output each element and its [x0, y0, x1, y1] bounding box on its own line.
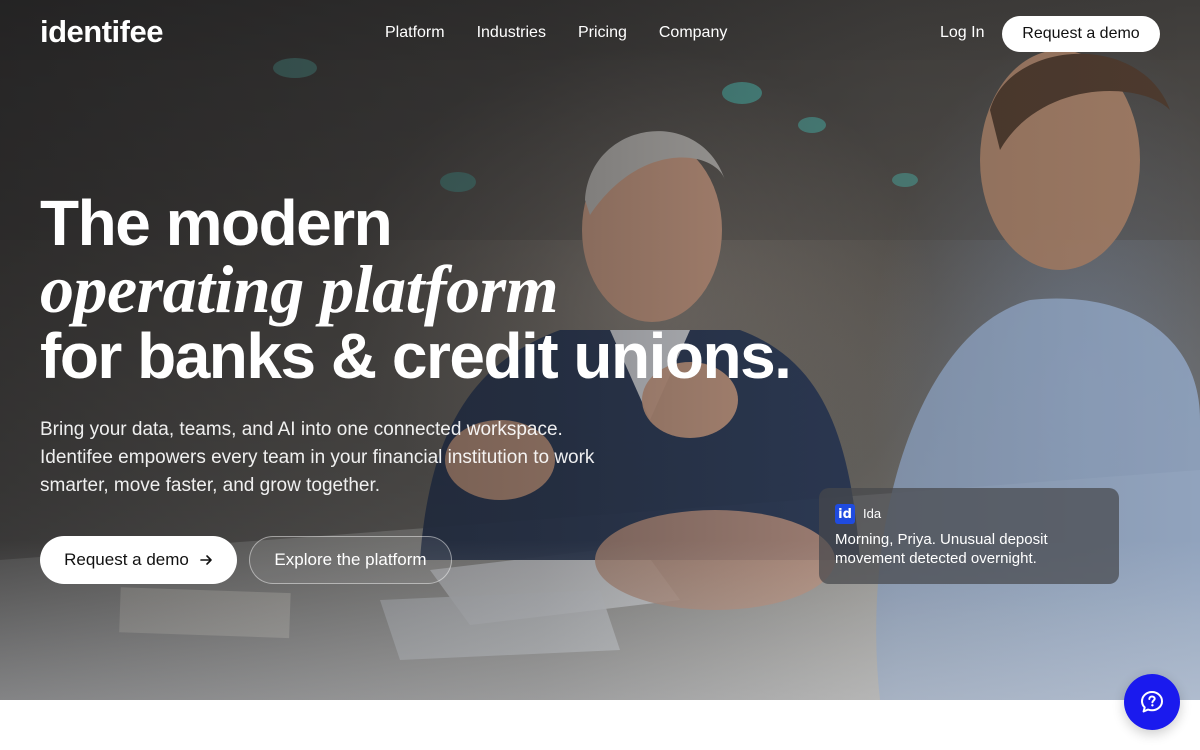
- explore-platform-button[interactable]: Explore the platform: [249, 536, 452, 584]
- identifee-logo[interactable]: identifee: [40, 14, 163, 50]
- login-link[interactable]: Log In: [940, 24, 984, 42]
- hero-section: identifee Platform Industries Pricing Co…: [0, 0, 1200, 700]
- ida-message: Morning, Priya. Unusual deposit movement…: [835, 531, 1048, 567]
- hero-subtext: Bring your data, teams, and AI into one …: [40, 419, 595, 496]
- request-demo-button[interactable]: Request a demo: [40, 536, 237, 584]
- nav-link-company[interactable]: Company: [659, 24, 727, 42]
- ida-assistant-card: id Ida Morning, Priya. Unusual deposit m…: [819, 488, 1119, 584]
- top-nav: identifee Platform Industries Pricing Co…: [0, 0, 1200, 68]
- nav-link-pricing[interactable]: Pricing: [578, 24, 627, 42]
- request-demo-label: Request a demo: [64, 550, 189, 569]
- help-chat-button[interactable]: [1124, 674, 1180, 730]
- chat-help-icon: [1141, 691, 1163, 713]
- headline-line-2: operating platform: [40, 251, 559, 327]
- primary-nav: Platform Industries Pricing Company: [385, 24, 759, 42]
- arrow-right-icon: [200, 555, 212, 565]
- headline-line-1: The modern: [40, 187, 393, 259]
- headline-line-3: for banks & credit unions.: [40, 320, 792, 392]
- ida-name: Ida: [863, 506, 882, 521]
- hero-headline: The modern operating platform for banks …: [40, 187, 792, 392]
- nav-link-platform[interactable]: Platform: [385, 24, 445, 42]
- nav-request-demo-button[interactable]: Request a demo: [1002, 16, 1160, 52]
- ida-logo-icon: id: [835, 504, 855, 524]
- nav-link-industries[interactable]: Industries: [477, 24, 546, 42]
